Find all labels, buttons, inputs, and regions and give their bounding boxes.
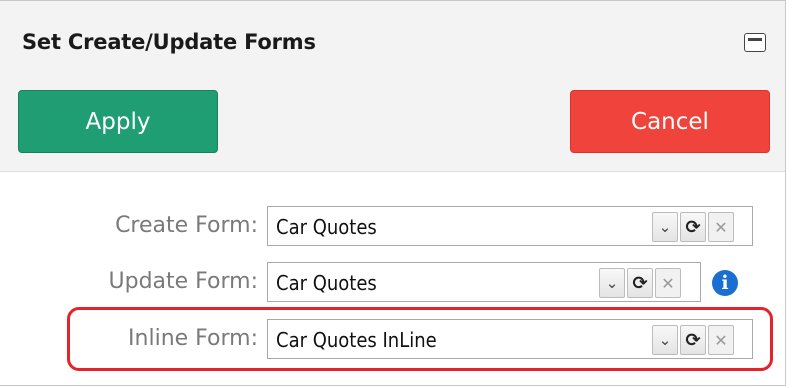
create-form-row: Create Form: Car Quotes ⌄ ⟳ ✕ [0,206,786,246]
create-form-select[interactable]: Car Quotes ⌄ ⟳ ✕ [267,206,753,246]
create-form-value: Car Quotes [276,215,377,239]
inline-form-value: Car Quotes InLine [276,328,437,352]
update-form-label: Update Form: [108,269,259,294]
inline-form-row: Inline Form: Car Quotes InLine ⌄ ⟳ ✕ [0,319,786,359]
dialog-header: Set Create/Update Forms Apply Cancel [0,1,785,172]
close-icon[interactable]: ✕ [708,212,734,242]
refresh-icon[interactable]: ⟳ [680,325,706,355]
cancel-button[interactable]: Cancel [570,90,770,153]
info-icon[interactable]: i [712,270,738,296]
update-form-select[interactable]: Car Quotes ⌄ ⟳ ✕ [267,262,701,302]
chevron-down-icon[interactable]: ⌄ [652,325,678,355]
inline-form-label: Inline Form: [128,326,258,351]
close-icon[interactable]: ✕ [655,268,681,298]
chevron-down-icon[interactable]: ⌄ [599,268,625,298]
maximize-icon[interactable] [744,33,766,52]
update-form-row: Update Form: Car Quotes ⌄ ⟳ ✕ i [0,262,786,302]
apply-button[interactable]: Apply [18,90,218,153]
update-form-value: Car Quotes [276,271,377,295]
chevron-down-icon[interactable]: ⌄ [652,212,678,242]
set-forms-dialog: Set Create/Update Forms Apply Cancel Cre… [0,0,786,386]
create-form-label: Create Form: [115,213,258,238]
refresh-icon[interactable]: ⟳ [680,212,706,242]
inline-form-select[interactable]: Car Quotes InLine ⌄ ⟳ ✕ [267,319,753,359]
dialog-title: Set Create/Update Forms [22,30,316,54]
close-icon[interactable]: ✕ [708,325,734,355]
refresh-icon[interactable]: ⟳ [627,268,653,298]
